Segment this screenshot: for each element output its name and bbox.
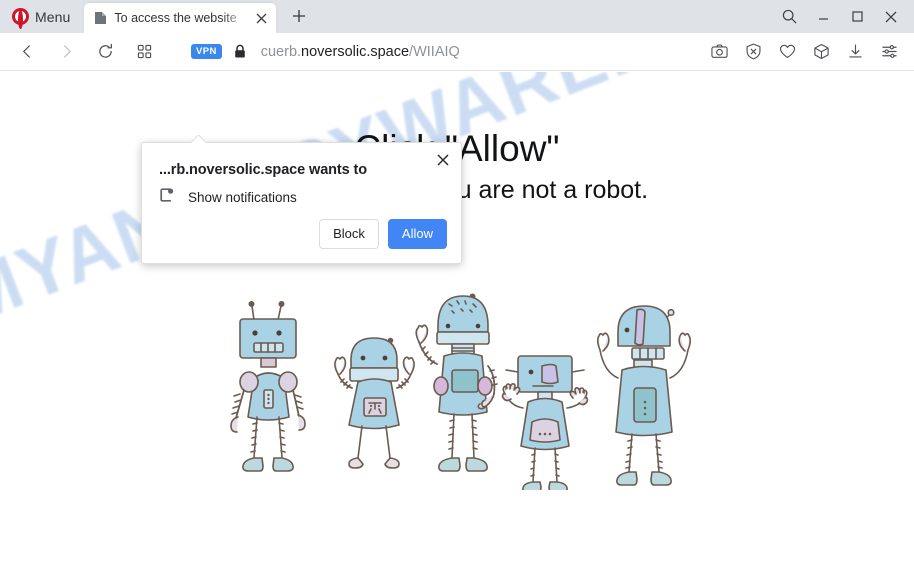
speed-dial-icon[interactable] — [127, 37, 161, 67]
padlock-icon[interactable] — [233, 44, 247, 59]
browser-window: Menu To access the website VPN cuerb.nov… — [0, 0, 914, 586]
tab-title: To access the website — [114, 11, 237, 25]
browser-toolbar-right — [702, 37, 914, 67]
tab-close-icon[interactable] — [252, 9, 270, 27]
popup-close-icon[interactable] — [432, 149, 454, 171]
popup-pointer — [190, 135, 206, 143]
notifications-icon — [159, 187, 175, 208]
tab-strip: Menu To access the website — [0, 0, 914, 33]
menu-button-label: Menu — [35, 8, 71, 25]
window-close-icon[interactable] — [874, 2, 908, 32]
url-text[interactable]: cuerb.noversolic.space/WIIAIQ — [261, 44, 460, 60]
popup-permission-label: Show notifications — [188, 190, 297, 205]
page-icon — [94, 11, 107, 25]
workspaces-cube-icon[interactable] — [804, 37, 838, 67]
back-arrow-icon[interactable] — [10, 37, 44, 67]
new-tab-button[interactable] — [284, 1, 314, 31]
heart-icon[interactable] — [770, 37, 804, 67]
window-controls — [772, 0, 914, 33]
url-domain: noversolic.space — [301, 43, 410, 60]
browser-tab[interactable]: To access the website — [84, 3, 277, 33]
url-subdomain: cuerb. — [260, 43, 302, 60]
reload-icon[interactable] — [88, 37, 122, 67]
opera-menu-button[interactable]: Menu — [0, 0, 80, 33]
popup-actions: Block Allow — [319, 219, 447, 249]
downloads-icon[interactable] — [838, 37, 872, 67]
robots-illustration — [228, 290, 698, 493]
notification-permission-popup: ...rb.noversolic.space wants to Show not… — [141, 142, 462, 264]
maximize-icon[interactable] — [840, 2, 874, 32]
adblock-shield-icon[interactable] — [736, 37, 770, 67]
search-icon[interactable] — [772, 2, 806, 32]
page-content: MYANTISPYWARE.COM Click "Allow" to confi… — [0, 72, 914, 586]
url-path: /WIIAIQ — [409, 43, 460, 60]
opera-logo-icon — [12, 8, 29, 29]
minimize-icon[interactable] — [806, 2, 840, 32]
vpn-badge[interactable]: VPN — [191, 44, 222, 59]
easy-setup-icon[interactable] — [872, 37, 906, 67]
popup-origin-text: ...rb.noversolic.space wants to — [159, 162, 368, 178]
allow-button[interactable]: Allow — [387, 219, 447, 249]
address-bar: VPN cuerb.noversolic.space/WIIAIQ — [0, 33, 914, 71]
block-button[interactable]: Block — [319, 219, 379, 249]
popup-permission-row: Show notifications — [159, 187, 297, 208]
snapshot-icon[interactable] — [702, 37, 736, 67]
forward-arrow-icon — [49, 37, 83, 67]
